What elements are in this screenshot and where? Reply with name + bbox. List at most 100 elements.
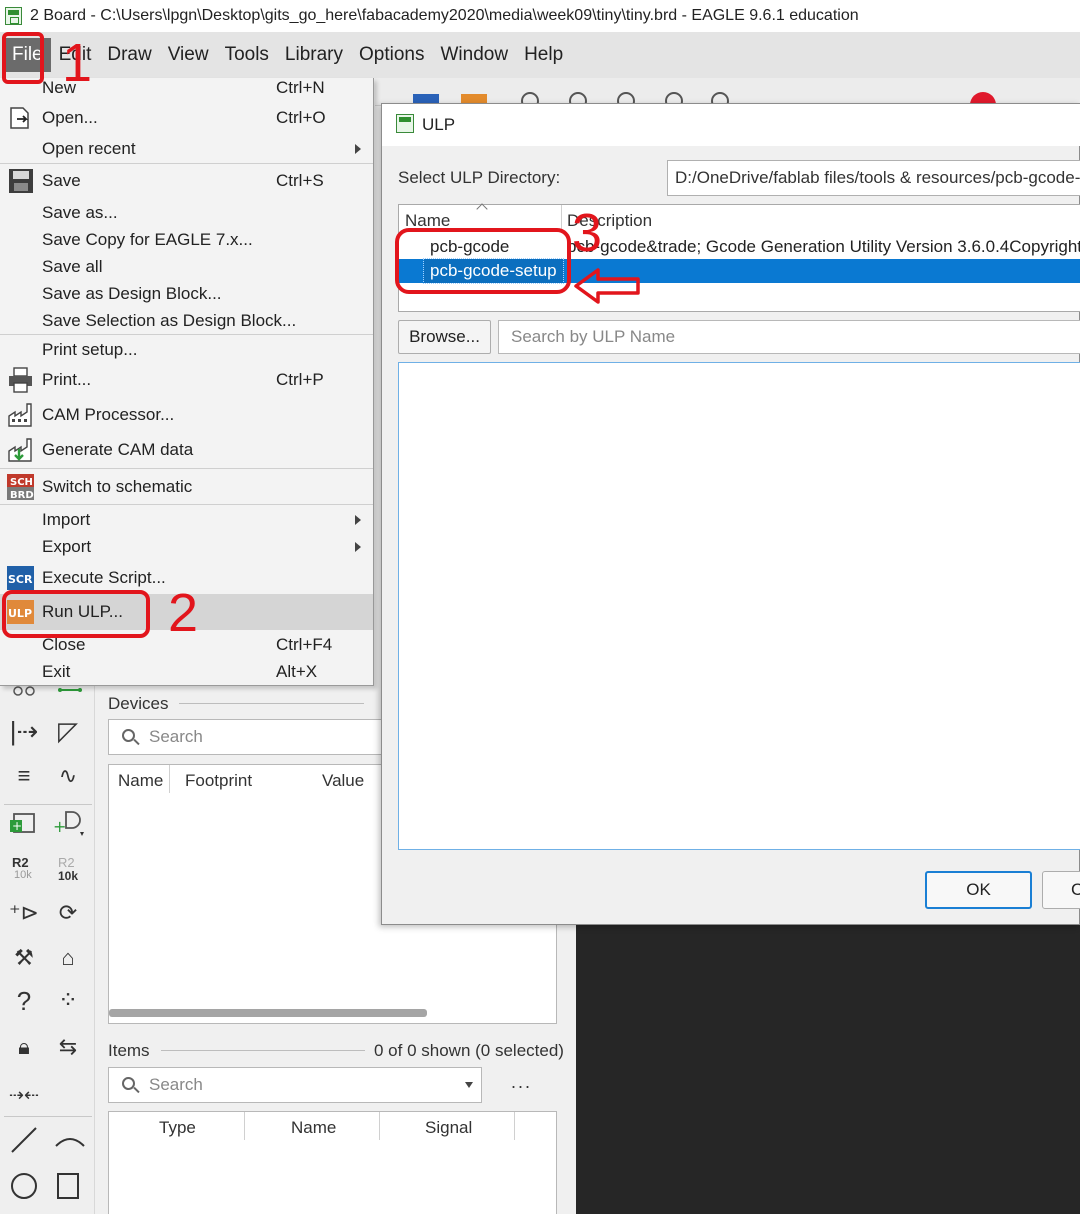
menu-item-switch-schematic[interactable]: SCH BRD Switch to schematic <box>0 474 373 500</box>
column-name[interactable]: Name <box>118 771 163 791</box>
board-document-icon <box>5 7 22 25</box>
replace-icon[interactable]: ⟳ <box>50 898 86 928</box>
ulp-description-area <box>398 362 1080 850</box>
items-search-input[interactable]: Search <box>108 1067 482 1103</box>
mirror-icon[interactable]: ⇆ <box>50 1032 86 1062</box>
tool-palette: |⇢ ◸ ≡ ∿ + + R2 10k R2 10k ⁺⊳ ⟳ ⚒ ⌂ ? ⁘ … <box>0 686 95 1214</box>
name-tool-value: 10k <box>14 869 32 881</box>
column-value[interactable]: Value <box>322 771 364 791</box>
menu-options[interactable]: Options <box>351 38 432 72</box>
menu-item-export[interactable]: Export <box>0 534 373 560</box>
change-icon[interactable]: ? <box>6 986 42 1016</box>
dialog-title-bar[interactable]: ULP <box>382 104 1080 146</box>
menu-item-open[interactable]: Open... Ctrl+O <box>0 105 373 131</box>
palette-divider <box>4 804 92 805</box>
sch-brd-switch-icon: SCH BRD <box>7 474 34 500</box>
window-title: 2 Board - C:\Users\lpgn\Desktop\gits_go_… <box>30 7 859 24</box>
ulp-directory-select[interactable]: D:/OneDrive/fablab files/tools & resourc… <box>667 160 1080 196</box>
menu-item-print-setup[interactable]: Print setup... <box>0 337 373 363</box>
generate-cam-icon <box>8 438 32 462</box>
ratsnest-icon[interactable]: ⁘ <box>50 986 86 1016</box>
menu-tools[interactable]: Tools <box>217 38 277 72</box>
devices-section-label: Devices <box>108 694 169 713</box>
menu-bar: File Edit Draw View Tools Library Option… <box>0 32 1080 78</box>
add-gate-icon[interactable]: + <box>52 808 88 838</box>
ulp-dialog: ULP Select ULP Directory: D:/OneDrive/fa… <box>381 103 1080 925</box>
value-tool-label[interactable]: R2 <box>58 856 75 869</box>
items-status: 0 of 0 shown (0 selected) <box>374 1041 564 1060</box>
menu-item-open-recent[interactable]: Open recent <box>0 136 373 162</box>
smash-icon[interactable]: ⚒ <box>6 943 42 973</box>
menu-item-save-selection-design-block[interactable]: Save Selection as Design Block... <box>0 308 373 334</box>
palette-divider-2 <box>4 1116 92 1117</box>
items-list[interactable]: Type Name Signal <box>108 1111 557 1214</box>
submenu-arrow-icon <box>355 144 361 154</box>
devices-search-input[interactable]: Search <box>108 719 408 755</box>
menu-item-save-as[interactable]: Save as... <box>0 200 373 226</box>
split-icon[interactable]: ⇢⇠ <box>6 1080 42 1110</box>
annotation-highlight-file <box>2 32 44 84</box>
svg-text:+: + <box>53 817 66 836</box>
chevron-down-icon[interactable] <box>465 1082 473 1088</box>
script-icon: SCR <box>7 566 34 590</box>
items-section-label: Items <box>108 1041 150 1060</box>
submenu-arrow-icon <box>355 542 361 552</box>
menu-item-new[interactable]: New Ctrl+N <box>0 75 373 101</box>
search-icon <box>122 1077 135 1090</box>
menu-library[interactable]: Library <box>277 38 351 72</box>
annotation-step-3: 3 <box>572 203 603 263</box>
browse-button[interactable]: Browse... <box>398 320 491 354</box>
printer-icon <box>9 367 32 393</box>
menu-item-cam-processor[interactable]: CAM Processor... <box>0 402 373 428</box>
attribute-tag-icon[interactable]: ⌂ <box>50 943 86 973</box>
lock-icon[interactable]: 🔒︎ <box>6 1032 42 1062</box>
align-icon[interactable]: ≡ <box>6 761 42 791</box>
column-signal[interactable]: Signal <box>425 1118 472 1138</box>
ulp-directory-label: Select ULP Directory: <box>398 168 561 187</box>
menu-item-exit[interactable]: Exit Alt+X <box>0 659 373 685</box>
annotation-step-2: 2 <box>168 583 199 643</box>
name-tool-label[interactable]: R2 <box>12 856 29 869</box>
board-canvas[interactable] <box>576 922 1080 1214</box>
cancel-button[interactable]: C <box>1042 871 1080 909</box>
column-type[interactable]: Type <box>159 1118 196 1138</box>
menu-draw[interactable]: Draw <box>99 38 159 72</box>
menu-item-save[interactable]: Save Ctrl+S <box>0 168 373 194</box>
annotation-arrow-icon <box>574 268 640 304</box>
swap-gate-icon[interactable]: ⁺⊳ <box>6 898 42 928</box>
menu-help[interactable]: Help <box>516 38 571 72</box>
svg-text:BRD: BRD <box>10 490 34 500</box>
ulp-search-input[interactable]: Search by ULP Name <box>498 320 1080 354</box>
menu-item-print[interactable]: Print... Ctrl+P <box>0 367 373 393</box>
submenu-arrow-icon <box>355 515 361 525</box>
window-title-bar: 2 Board - C:\Users\lpgn\Desktop\gits_go_… <box>0 0 1080 32</box>
menu-view[interactable]: View <box>160 38 217 72</box>
devices-divider <box>179 703 364 704</box>
move-to-icon[interactable]: |⇢ <box>6 716 42 746</box>
annotation-step-1: 1 <box>62 33 93 93</box>
svg-text:+: + <box>12 819 22 833</box>
route-icon[interactable]: ◸ <box>50 716 86 746</box>
menu-window[interactable]: Window <box>432 38 516 72</box>
column-name[interactable]: Name <box>291 1118 336 1138</box>
open-file-icon <box>10 107 29 129</box>
cam-processor-icon <box>8 403 32 427</box>
menu-item-save-copy[interactable]: Save Copy for EAGLE 7.x... <box>0 227 373 253</box>
draw-tools-icons[interactable] <box>10 1126 90 1206</box>
more-options-button[interactable]: ... <box>511 1072 532 1093</box>
items-divider <box>161 1050 365 1051</box>
menu-item-save-all[interactable]: Save all <box>0 254 373 280</box>
sort-ascending-icon <box>476 203 488 215</box>
dialog-title: ULP <box>422 115 456 134</box>
board-document-icon <box>396 114 414 133</box>
column-footprint[interactable]: Footprint <box>185 771 252 791</box>
palette-top-icons <box>13 686 82 696</box>
menu-item-save-design-block[interactable]: Save as Design Block... <box>0 281 373 307</box>
horizontal-scrollbar[interactable] <box>109 1009 427 1017</box>
annotation-highlight-pcb-gcode-setup <box>395 228 571 294</box>
add-part-icon[interactable]: + <box>10 808 40 836</box>
menu-item-generate-cam[interactable]: Generate CAM data <box>0 437 373 463</box>
menu-item-import[interactable]: Import <box>0 507 373 533</box>
meander-icon[interactable]: ∿ <box>50 761 86 791</box>
ok-button[interactable]: OK <box>925 871 1032 909</box>
